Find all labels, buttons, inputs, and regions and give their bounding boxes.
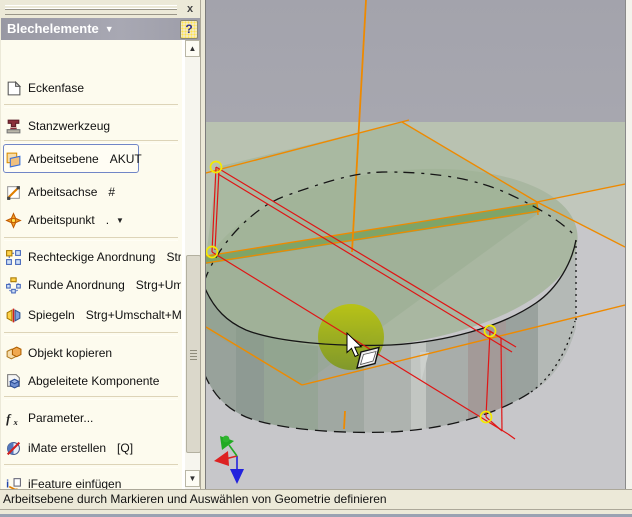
svg-text:f: f (6, 411, 12, 425)
menu-item-objekt-kopieren[interactable]: Objekt kopieren (5, 339, 181, 367)
corner-chamfer-icon (5, 80, 22, 97)
group-separator (4, 140, 178, 144)
panel-item-list: Eckenfase Stanzwerkzeug Arbeitsebene AKUT Ar… (1, 40, 182, 489)
menu-item-label: Spiegeln (28, 308, 75, 322)
derived-component-icon (5, 373, 22, 390)
menu-item-shortcut: Strg+ (166, 250, 181, 264)
status-text: Arbeitsebene durch Markieren und Auswähl… (3, 492, 387, 506)
menu-item-shortcut: [Q] (117, 441, 134, 455)
window-bottom-edge (0, 509, 632, 517)
status-bar: Arbeitsebene durch Markieren und Auswähl… (0, 489, 632, 509)
menu-item-label: iFeature einfügen (28, 477, 122, 489)
title-dropdown-icon[interactable]: ▼ (105, 24, 114, 34)
menu-item-spiegeln[interactable]: Spiegeln Strg+Umschalt+M (5, 301, 181, 329)
close-icon[interactable]: x (183, 2, 197, 16)
chevron-down-icon[interactable]: ▼ (116, 216, 124, 225)
punch-tool-icon (5, 118, 22, 135)
panel-scrollbar[interactable]: ▲ ▼ (185, 40, 201, 489)
scroll-down-icon[interactable]: ▼ (185, 470, 200, 487)
parameters-icon: fx (5, 410, 22, 427)
group-separator (4, 237, 178, 241)
panel-title-bar[interactable]: Blechelemente ▼ ? (1, 18, 200, 40)
copy-object-icon (5, 345, 22, 362)
menu-item-rechteckige-anordnung[interactable]: Rechteckige Anordnung Strg+ (5, 243, 181, 271)
group-separator (4, 104, 178, 108)
scroll-up-icon[interactable]: ▲ (185, 40, 200, 57)
menu-item-label: iMate erstellen (28, 441, 107, 455)
menu-item-arbeitspunkt[interactable]: Arbeitspunkt. ▼ (5, 206, 181, 234)
menu-item-label: Runde Anordnung (28, 278, 125, 292)
mirror-icon (5, 307, 22, 324)
scroll-thumb[interactable] (186, 255, 201, 453)
menu-item-label: Abgeleitete Komponente (28, 374, 160, 388)
svg-text:i: i (6, 478, 9, 489)
imate-icon (5, 440, 22, 457)
help-icon[interactable]: ? (180, 20, 198, 39)
menu-item-label: Stanzwerkzeug (28, 119, 111, 133)
svg-text:x: x (13, 416, 19, 426)
circular-pattern-icon (5, 276, 22, 294)
menu-item-shortcut: . (105, 213, 110, 227)
ifeature-icon: i (5, 476, 22, 489)
menu-item-label: Arbeitsachse (28, 185, 98, 199)
menu-item-parameter-[interactable]: f x Parameter... (5, 404, 181, 432)
menu-item-arbeitsachse[interactable]: Arbeitsachse # (5, 178, 181, 206)
menu-item-label: Rechteckige Anordnung (28, 250, 156, 264)
panel-title: Blechelemente (7, 21, 99, 36)
menu-item-label: Objekt kopieren (28, 346, 113, 360)
menu-item-label: Eckenfase (28, 81, 85, 95)
group-separator (4, 464, 178, 468)
menu-item-shortcut: AKUT (109, 152, 142, 166)
work-axis-icon (5, 184, 22, 201)
viewport-3d[interactable] (203, 0, 626, 489)
panel-top-strip: x (1, 1, 200, 18)
work-point-icon (5, 211, 22, 229)
rect-pattern-icon (5, 249, 22, 266)
menu-item-label: Arbeitsebene (28, 152, 99, 166)
thumb-grip (190, 350, 197, 360)
menu-item-label: Arbeitspunkt (28, 213, 95, 227)
menu-item-eckenfase[interactable]: Eckenfase (5, 74, 181, 102)
menu-item-runde-anordnung[interactable]: Runde Anordnung Strg+Umsch (5, 271, 181, 299)
inventor-window: { "panel": { "title": "Blechelemente", "… (0, 0, 632, 517)
work-plane-icon (5, 151, 22, 168)
panel-bar: x Blechelemente ▼ ? Eckenfase Stanzwerkzeu… (1, 1, 201, 489)
grab-handle[interactable] (5, 5, 177, 15)
menu-item-shortcut: Strg+Umschalt+M (85, 308, 181, 322)
menu-item-imate-erstellen[interactable]: iMate erstellen [Q] (5, 434, 181, 462)
group-separator (4, 396, 178, 400)
menu-item-stanzwerkzeug[interactable]: Stanzwerkzeug (5, 112, 181, 140)
menu-item-label: Parameter... (28, 411, 94, 425)
scene-svg[interactable] (203, 0, 626, 489)
menu-item-shortcut: # (108, 185, 116, 199)
menu-item-shortcut: Strg+Umsch (135, 278, 181, 292)
menu-item-ifeature-einf-gen[interactable]: i iFeature einfügen (5, 470, 181, 489)
menu-item-arbeitsebene[interactable]: Arbeitsebene AKUT (5, 145, 181, 173)
right-edge-strip (625, 0, 632, 489)
group-separator (4, 332, 178, 336)
menu-item-abgeleitete-komponente[interactable]: Abgeleitete Komponente (5, 367, 181, 395)
